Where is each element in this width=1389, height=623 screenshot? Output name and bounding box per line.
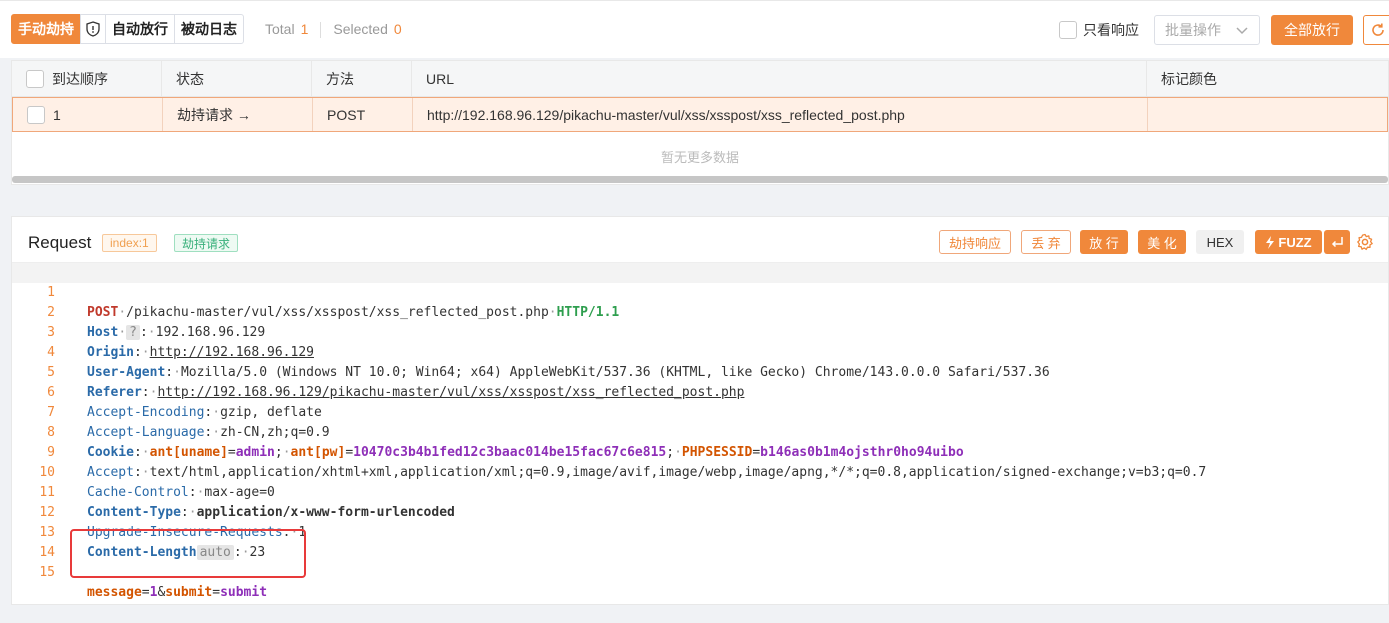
counts-divider	[320, 22, 322, 38]
empty-text: 暂无更多数据	[660, 150, 739, 165]
auto-release-button[interactable]: 自动放行	[105, 14, 175, 44]
selected-value: 0	[393, 21, 402, 37]
release-button[interactable]: 放 行	[1080, 230, 1128, 254]
table-header: 到达顺序 状态 方法 URL 标记颜色	[12, 61, 1388, 97]
hijack-response-button[interactable]: 劫持响应	[939, 230, 1011, 254]
column-header-label: 到达顺序	[52, 70, 108, 87]
batch-operation-placeholder: 批量操作	[1165, 22, 1221, 38]
index-tag: index:1	[102, 234, 157, 252]
horizontal-scrollbar[interactable]	[12, 176, 1388, 183]
column-header-url: URL	[412, 61, 1147, 96]
code-line: 3 Origin:·http://192.168.96.129	[12, 303, 1388, 360]
total-label: Total	[265, 21, 295, 37]
code-line: 5 Referer:·http://192.168.96.129/pikachu…	[12, 343, 1388, 400]
chevron-down-icon	[1235, 23, 1249, 40]
code-line: 7 Accept-Language:·zh-CN,zh;q=0.9	[12, 383, 1388, 440]
top-toolbar: 手动劫持 自动放行 被动日志 Total 1 Selected 0 只看响应 批…	[0, 0, 1389, 58]
column-header-status: 状态	[162, 61, 312, 96]
fuzz-label: FUZZ	[1278, 234, 1312, 250]
column-header-method: 方法	[312, 61, 412, 96]
request-panel-header: Request index:1 劫持请求 劫持响应 丢 弃 放 行 美 化 HE…	[12, 217, 1388, 263]
response-only-label: 只看响应	[1083, 22, 1139, 38]
shield-icon[interactable]	[80, 14, 106, 44]
code-line: 8 Cookie:·ant[uname]=admin;·ant[pw]=1047…	[12, 403, 1388, 460]
code-line: 13 Content-Length auto:·23	[12, 503, 1388, 560]
code-line: 2 Host·?:·192.168.96.129	[12, 283, 1388, 340]
batch-operation-select[interactable]: 批量操作	[1154, 15, 1260, 45]
request-panel: Request index:1 劫持请求 劫持响应 丢 弃 放 行 美 化 HE…	[11, 216, 1389, 605]
table-row[interactable]: 1 劫持请求 → POST http://192.168.96.129/pika…	[12, 97, 1388, 132]
row-method: POST	[313, 98, 413, 131]
row-mark-color	[1148, 98, 1389, 131]
mode-button-group: 手动劫持 自动放行 被动日志	[11, 14, 244, 44]
column-header-order: 到达顺序	[12, 61, 162, 96]
row-order: 1	[53, 106, 61, 123]
row-order-cell: 1	[13, 98, 163, 131]
release-all-button[interactable]: 全部放行	[1271, 15, 1353, 45]
code-line: 12 Upgrade-Insecure-Requests:·1	[12, 483, 1388, 540]
total-value: 1	[300, 21, 309, 37]
passive-log-button[interactable]: 被动日志	[174, 14, 244, 44]
code-line: 4 User-Agent:·Mozilla/5.0 (Windows NT 10…	[12, 323, 1388, 380]
lightning-icon	[1266, 235, 1275, 249]
response-only-toggle[interactable]: 只看响应	[1059, 20, 1139, 40]
discard-button[interactable]: 丢 弃	[1021, 230, 1071, 254]
column-header-mark-color: 标记颜色	[1161, 70, 1217, 87]
select-all-checkbox[interactable]	[26, 69, 44, 88]
selected-label: Selected	[333, 21, 388, 37]
wrap-icon[interactable]	[1324, 230, 1350, 254]
row-url: http://192.168.96.129/pikachu-master/vul…	[413, 98, 1148, 131]
line-number: 15	[39, 565, 55, 580]
beautify-button[interactable]: 美 化	[1138, 230, 1186, 254]
body-param-value: 1	[149, 585, 158, 600]
manual-hijack-button[interactable]: 手动劫持	[11, 14, 81, 44]
response-only-checkbox[interactable]	[1059, 21, 1077, 39]
request-table: 到达顺序 状态 方法 URL 标记颜色 1 劫持请求 → POST http:/…	[11, 60, 1389, 185]
request-title: Request	[28, 233, 92, 252]
gear-icon[interactable]	[1356, 233, 1374, 254]
fuzz-button[interactable]: FUZZ	[1255, 230, 1322, 254]
refresh-icon[interactable]	[1363, 15, 1389, 45]
row-status: 劫持请求 →	[163, 98, 313, 131]
code-line: 1 POST·/pikachu-master/vul/xss/xsspost/x…	[12, 263, 1388, 320]
code-line: 11 Content-Type:·application/x-www-form-…	[12, 463, 1388, 520]
body-param-value: submit	[220, 585, 268, 600]
body-param-key: submit	[165, 585, 213, 600]
highlight-box	[70, 529, 306, 578]
code-line: 10 Cache-Control:·max-age=0	[12, 443, 1388, 500]
code-line: 6 Accept-Encoding:·gzip, deflate	[12, 363, 1388, 420]
code-line: 9 Accept:·text/html,application/xhtml+xm…	[12, 423, 1388, 480]
request-counts: Total 1 Selected 0	[265, 21, 402, 38]
row-checkbox[interactable]	[27, 105, 45, 124]
hex-button[interactable]: HEX	[1196, 230, 1244, 254]
status-tag: 劫持请求	[174, 234, 239, 252]
body-param-key: message	[87, 585, 142, 600]
